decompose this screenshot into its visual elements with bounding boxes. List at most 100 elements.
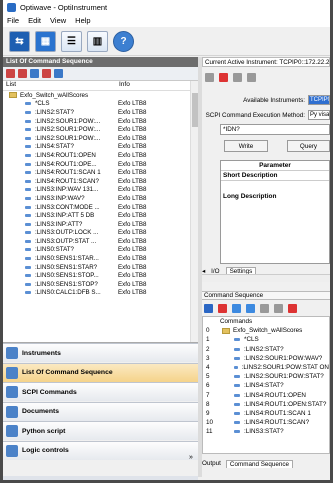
list-item[interactable]: :LINS3:INP:WAV 131... Exfo LTB8 — [3, 186, 198, 195]
play-icon[interactable] — [204, 304, 213, 313]
parameter-header: Parameter — [221, 161, 329, 171]
list-item[interactable]: :LINS3:INP:ATT 5 DB Exfo LTB8 — [3, 211, 198, 220]
sequence-row[interactable]: 11:LINS3:STAT? — [203, 427, 329, 436]
stop-icon[interactable] — [218, 304, 227, 313]
available-instruments-select[interactable]: TCPIP0:: — [308, 95, 330, 105]
connect-icon[interactable]: ⇆ — [9, 30, 30, 52]
settings-icon[interactable] — [247, 73, 256, 82]
list-item[interactable]: :LINS0:SENS1:STAR? Exfo LTB8 — [3, 263, 198, 272]
list-item[interactable]: :LINS4:ROUT1:SCAN 1 Exfo LTB8 — [3, 168, 198, 177]
list-item[interactable]: :LINS4:STAT? Exfo LTB8 — [3, 143, 198, 152]
command-info: Exfo LTB8 — [118, 186, 147, 194]
list-item[interactable]: :LINS3:CONT:MODE ... Exfo LTB8 — [3, 203, 198, 212]
document-icon[interactable] — [205, 73, 214, 82]
app-logo-icon — [7, 2, 16, 12]
list-item[interactable]: :LINS4:ROUT1:OPEN Exfo LTB8 — [3, 151, 198, 160]
sequence-row[interactable]: 0 Exfo_Switch_wAllScores — [203, 326, 329, 335]
list-item[interactable]: :LINS2:STAT? Exfo LTB8 — [3, 108, 198, 117]
sequence-index: 3 — [206, 354, 210, 362]
delete-sequence-icon[interactable] — [42, 69, 51, 78]
menu-edit[interactable]: Edit — [28, 16, 41, 25]
nav-instruments[interactable]: Instruments — [3, 343, 198, 362]
nav-documents[interactable]: Documents — [3, 401, 198, 421]
sequence-row[interactable]: 9:LINS4:ROUT1:SCAN 1 — [203, 409, 329, 418]
command-input[interactable]: *IDN? — [220, 124, 330, 135]
list-item[interactable]: :LINS4:ROUT1:SCAN? Exfo LTB8 — [3, 177, 198, 186]
menu-help[interactable]: Help — [75, 16, 90, 25]
move-down-icon[interactable] — [246, 304, 255, 313]
menu-file[interactable]: File — [7, 16, 19, 25]
expand-icon[interactable]: » — [189, 454, 193, 461]
command-text: :LINS3:INP:ATT 5 DB — [35, 212, 95, 220]
sequence-index: 1 — [206, 336, 210, 344]
command-info: Exfo LTB8 — [118, 255, 147, 263]
sequence-row[interactable]: 6:LINS4:STAT? — [203, 381, 329, 390]
list-item[interactable]: :LINS3:INP:WAV? Exfo LTB8 — [3, 194, 198, 203]
scpi-method-select[interactable]: Py visa — [308, 110, 330, 120]
sequence-row[interactable]: 4:LINS2:SOUR1:POW:STAT ON — [203, 363, 329, 372]
scpi-method-label: SCPI Command Execution Method: — [205, 111, 305, 119]
tab-command-sequence[interactable]: Command Sequence — [225, 459, 294, 468]
list-item[interactable]: :LINS2:SOUR1:POW:... Exfo LTB8 — [3, 117, 198, 126]
command-icon — [25, 231, 31, 235]
list-icon[interactable]: ☰ — [61, 30, 82, 52]
horizontal-scrollbar[interactable] — [202, 274, 330, 282]
command-icon — [25, 153, 31, 157]
list-item[interactable]: *CLS Exfo LTB8 — [3, 100, 198, 109]
command-icon — [234, 347, 240, 351]
sequence-row[interactable]: 8:LINS4:ROUT1:OPEN:STAT? — [203, 400, 329, 409]
monitor-icon[interactable]: ▦ — [35, 30, 56, 52]
list-item[interactable]: :LINS0:SENS1:STAR... Exfo LTB8 — [3, 254, 198, 263]
list-item[interactable]: :LINS0:SENS1:STOP? Exfo LTB8 — [3, 280, 198, 289]
close-icon[interactable] — [219, 73, 228, 82]
column-info[interactable]: Info — [116, 81, 178, 90]
sequence-row[interactable]: 1 *CLS — [203, 335, 329, 344]
tab-output[interactable]: Output — [202, 460, 221, 467]
move-up-icon[interactable] — [232, 304, 241, 313]
remove-icon[interactable] — [288, 304, 297, 313]
add-icon[interactable] — [260, 304, 269, 313]
column-list[interactable]: List — [3, 81, 116, 90]
list-item[interactable]: :LINS4:ROUT1:OPE... Exfo LTB8 — [3, 160, 198, 169]
short-description-label: Short Description — [221, 171, 329, 181]
command-info: Exfo LTB8 — [118, 229, 147, 237]
command-info: Exfo LTB8 — [118, 220, 147, 228]
sequence-row[interactable]: 3:LINS2:SOUR1:POW:WAV? — [203, 354, 329, 363]
list-item[interactable]: :LINS3:OUTP:STAT ... Exfo LTB8 — [3, 237, 198, 246]
sequence-row[interactable]: 2:LINS2:STAT? — [203, 345, 329, 354]
list-item[interactable]: :LINS2:SOUR1:POW:... Exfo LTB8 — [3, 134, 198, 143]
sequence-index: 10 — [206, 419, 214, 427]
list-item[interactable]: :LINS0:SENS1:STOP... Exfo LTB8 — [3, 271, 198, 280]
nav-logic[interactable]: Logic controls — [3, 440, 198, 460]
write-button[interactable]: Write — [224, 140, 268, 152]
sequence-row[interactable]: 5:LINS2:SOUR1:POW:STAT? — [203, 372, 329, 381]
menu-view[interactable]: View — [50, 16, 66, 25]
nav-scpi[interactable]: SCPI Commands — [3, 382, 198, 401]
list-item[interactable]: :LINS0:CALC1:DFB S... Exfo LTB8 — [3, 289, 198, 298]
sequence-row[interactable]: 7:LINS4:ROUT1:OPEN — [203, 391, 329, 400]
list-scrollbar[interactable] — [190, 81, 198, 342]
list-item[interactable]: :LINS2:SOUR1:POW:... Exfo LTB8 — [3, 125, 198, 134]
open-sequence-icon[interactable] — [18, 69, 27, 78]
list-item[interactable]: :LINS3:INP:ATT? Exfo LTB8 — [3, 220, 198, 229]
command-icon — [25, 136, 31, 140]
chart-icon[interactable]: ▥ — [87, 30, 108, 52]
query-button[interactable]: Query — [287, 140, 330, 152]
command-icon — [234, 356, 240, 360]
save-sequence-icon[interactable] — [30, 69, 39, 78]
command-text: :LINS0:CALC1:DFB S... — [35, 289, 101, 297]
folder-icon — [222, 327, 230, 334]
sequence-row[interactable]: 10:LINS4:ROUT1:SCAN? — [203, 418, 329, 427]
grid-icon[interactable] — [233, 73, 242, 82]
nav-list[interactable]: List Of Command Sequence — [3, 362, 198, 382]
run-sequence-icon[interactable] — [54, 69, 63, 78]
list-item[interactable]: :LINS3:OUTP:LOCK ... Exfo LTB8 — [3, 229, 198, 238]
edit-icon[interactable] — [274, 304, 283, 313]
sequence-command: :LINS4:STAT? — [244, 382, 284, 390]
nav-python[interactable]: Python script — [3, 421, 198, 440]
command-icon — [234, 384, 240, 388]
new-sequence-icon[interactable] — [6, 69, 15, 78]
list-item[interactable]: :LINS0:STAT? Exfo LTB8 — [3, 246, 198, 255]
folder-row[interactable]: Exfo_Switch_wAllScores — [3, 91, 198, 100]
help-icon[interactable]: ? — [113, 30, 134, 52]
